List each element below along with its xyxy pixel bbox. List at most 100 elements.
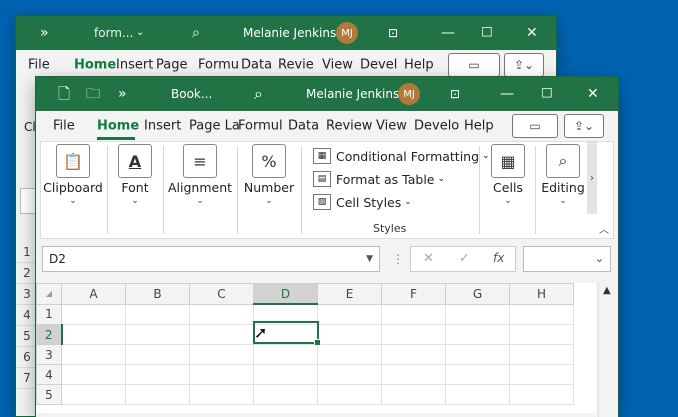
share-button[interactable]: ⇪⌄ xyxy=(564,114,604,138)
column-header-c[interactable]: C xyxy=(189,283,254,305)
back-menu-page[interactable]: Page xyxy=(156,58,187,73)
back-menu-help[interactable]: Help xyxy=(404,58,434,73)
column-header-e[interactable]: E xyxy=(317,283,382,305)
cell[interactable] xyxy=(381,364,446,385)
name-box[interactable]: D2 ▼ xyxy=(42,246,380,272)
cell[interactable] xyxy=(381,303,446,325)
cell[interactable] xyxy=(189,303,254,325)
menu-data[interactable]: Data xyxy=(288,119,319,134)
cell[interactable] xyxy=(189,384,254,405)
cell[interactable] xyxy=(509,364,574,385)
formula-input[interactable]: ⌄ xyxy=(523,246,611,272)
row-header-3[interactable]: 3 xyxy=(36,344,62,365)
back-menu-formulas[interactable]: Formu xyxy=(198,58,239,73)
new-file-icon[interactable]: 🗋 xyxy=(58,86,70,102)
menu-view[interactable]: View xyxy=(376,119,407,134)
comments-button[interactable]: ▭ xyxy=(512,114,558,138)
font-group[interactable]: A Font ⌄ xyxy=(109,142,161,238)
cell[interactable] xyxy=(317,303,382,325)
menu-help[interactable]: Help xyxy=(464,119,494,134)
cell[interactable] xyxy=(61,303,126,325)
back-comments-button[interactable]: ▭ xyxy=(448,53,500,77)
back-menu-home[interactable]: Home xyxy=(74,58,116,73)
front-avatar[interactable]: MJ xyxy=(398,83,420,105)
close-icon[interactable]: ✕ xyxy=(526,26,538,40)
back-menu-file[interactable]: File xyxy=(28,58,50,73)
cell[interactable] xyxy=(445,344,510,365)
cell[interactable] xyxy=(381,324,446,345)
back-menu-view[interactable]: View xyxy=(322,58,353,73)
cell[interactable] xyxy=(125,364,190,385)
clipboard-group[interactable]: 📋 Clipboard ⌄ xyxy=(41,142,105,238)
back-row-header[interactable]: 5 xyxy=(16,326,38,347)
menu-insert[interactable]: Insert xyxy=(144,119,181,134)
close-icon[interactable]: ✕ xyxy=(587,87,599,101)
cell[interactable] xyxy=(445,364,510,385)
insert-function-icon[interactable]: fx xyxy=(493,251,504,265)
cell[interactable] xyxy=(61,344,126,365)
row-header-1[interactable]: 1 xyxy=(36,303,62,325)
menu-home[interactable]: Home xyxy=(97,119,139,134)
cell[interactable] xyxy=(445,384,510,405)
cell[interactable] xyxy=(317,344,382,365)
cell[interactable] xyxy=(253,364,318,385)
back-row-header[interactable]: 2 xyxy=(16,263,38,284)
cell[interactable] xyxy=(253,384,318,405)
cell[interactable] xyxy=(509,303,574,325)
search-icon[interactable]: ⌕ xyxy=(192,26,200,40)
back-menu-developer[interactable]: Devel xyxy=(360,58,397,73)
cell[interactable] xyxy=(61,324,126,345)
maximize-icon[interactable]: ☐ xyxy=(481,27,493,40)
cell[interactable] xyxy=(125,344,190,365)
back-row-header[interactable]: 6 xyxy=(16,347,38,368)
cancel-icon[interactable]: ✕ xyxy=(423,251,434,266)
cell[interactable] xyxy=(189,324,254,345)
back-share-button[interactable]: ⇪⌄ xyxy=(504,53,544,77)
back-row-header[interactable]: 1 xyxy=(16,242,38,263)
back-row-header[interactable]: 4 xyxy=(16,305,38,326)
back-row-header[interactable]: 3 xyxy=(16,284,38,305)
column-header-b[interactable]: B xyxy=(125,283,190,305)
back-menu-data[interactable]: Data xyxy=(241,58,272,73)
maximize-icon[interactable]: ☐ xyxy=(541,88,553,101)
cell[interactable] xyxy=(317,384,382,405)
cell[interactable] xyxy=(189,364,254,385)
alignment-group[interactable]: ≡ Alignment ⌄ xyxy=(165,142,235,238)
select-all-corner[interactable]: ◢ xyxy=(36,283,62,305)
editing-group[interactable]: ⌕ Editing ⌄ xyxy=(537,142,589,238)
minimize-icon[interactable]: — xyxy=(441,26,455,40)
collapse-ribbon-icon[interactable]: ︿ xyxy=(599,221,609,236)
column-header-d[interactable]: D xyxy=(253,283,318,305)
dropdown-icon[interactable]: ⌄ xyxy=(136,28,144,38)
column-header-f[interactable]: F xyxy=(381,283,446,305)
row-header-4[interactable]: 4 xyxy=(36,364,62,385)
menu-file[interactable]: File xyxy=(53,119,75,134)
back-menu-insert[interactable]: Insert xyxy=(116,58,153,73)
format-as-table-button[interactable]: ▤ Format as Table ⌄ xyxy=(313,171,445,187)
ribbon-display-icon[interactable]: ⊡ xyxy=(450,88,460,100)
cell[interactable] xyxy=(125,384,190,405)
vertical-scrollbar[interactable]: ▲ xyxy=(598,283,617,417)
cell[interactable] xyxy=(381,384,446,405)
cell[interactable] xyxy=(509,344,574,365)
cell[interactable] xyxy=(125,324,190,345)
cell-styles-button[interactable]: ▧ Cell Styles ⌄ xyxy=(313,194,412,210)
worksheet-grid[interactable]: ◢ A B C D E F G H 1 2 3 4 5 ➚ xyxy=(36,283,596,413)
cell[interactable] xyxy=(61,384,126,405)
cell[interactable] xyxy=(253,344,318,365)
search-icon[interactable]: ⌕ xyxy=(254,86,263,102)
menu-review[interactable]: Review xyxy=(326,119,372,134)
fill-handle[interactable] xyxy=(314,339,321,346)
cell[interactable] xyxy=(381,344,446,365)
conditional-formatting-button[interactable]: ▦ Conditional Formatting ⌄ xyxy=(313,148,490,164)
cell[interactable] xyxy=(125,303,190,325)
cell[interactable] xyxy=(317,324,382,345)
cell[interactable] xyxy=(61,364,126,385)
open-folder-icon[interactable]: 🗀 xyxy=(86,87,100,101)
cell[interactable] xyxy=(445,303,510,325)
menu-page-layout[interactable]: Page La xyxy=(189,119,240,134)
menu-developer[interactable]: Develo xyxy=(414,119,459,134)
back-row-header[interactable]: 7 xyxy=(16,368,38,389)
column-header-g[interactable]: G xyxy=(445,283,510,305)
back-menu-review[interactable]: Revie xyxy=(278,58,314,73)
